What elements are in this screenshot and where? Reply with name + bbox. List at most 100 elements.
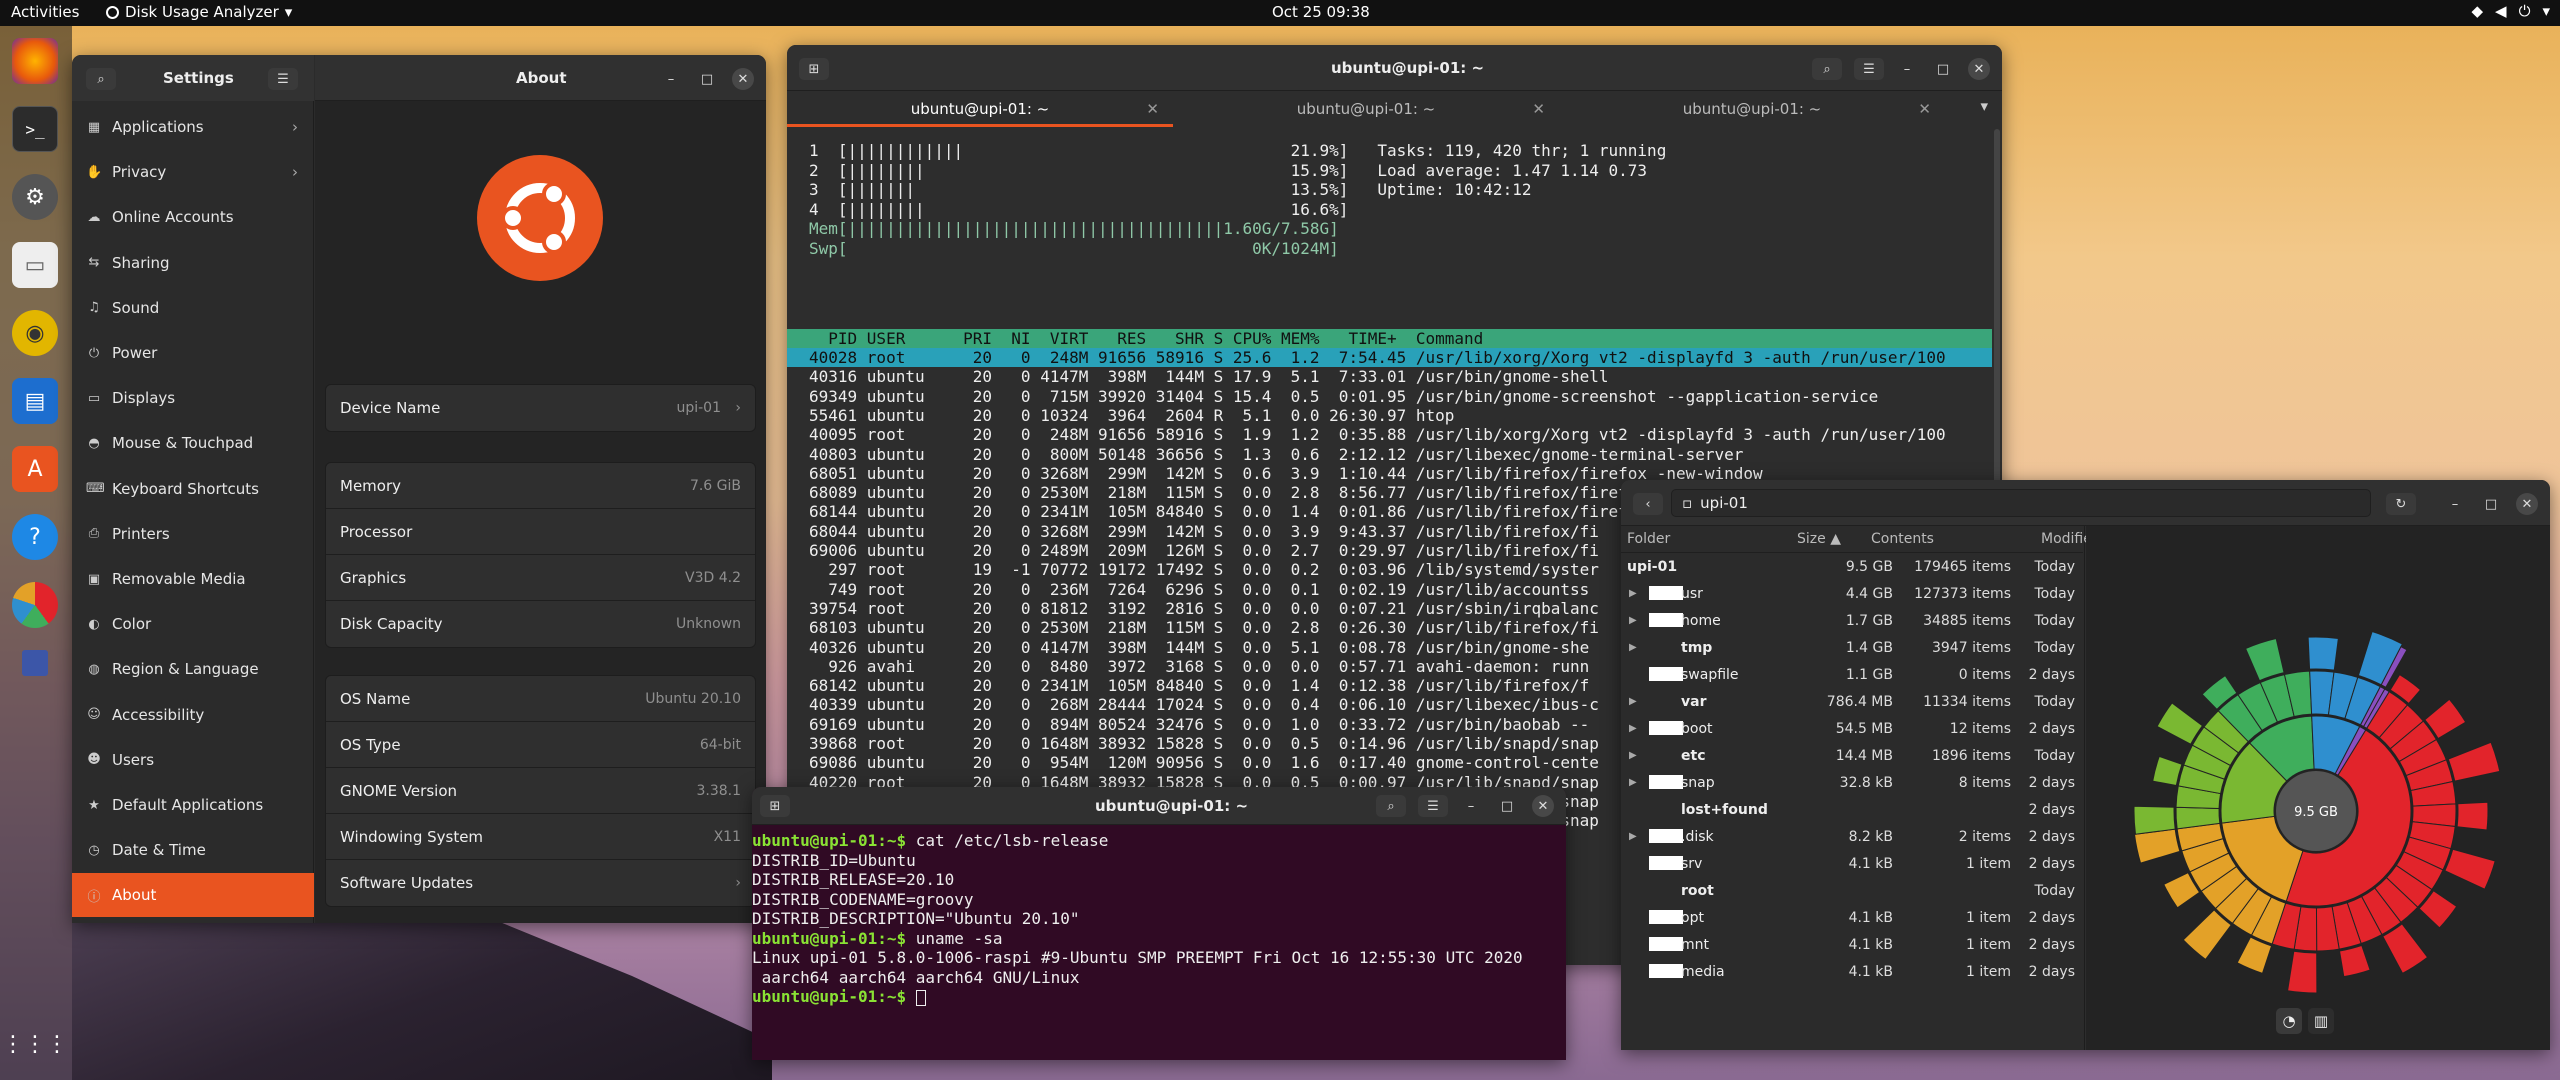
- firefox-icon[interactable]: [12, 38, 58, 84]
- expand-arrow-icon[interactable]: ▶: [1629, 696, 1637, 707]
- hardware-row[interactable]: Disk Capacity Unknown: [326, 601, 755, 647]
- activities-button[interactable]: Activities: [11, 3, 79, 21]
- clock[interactable]: Oct 25 09:38: [1272, 3, 1370, 21]
- folder-row[interactable]: ▶ var 786.4 MB 11334 items Today: [1621, 688, 2083, 715]
- expand-arrow-icon[interactable]: ▶: [1629, 723, 1637, 734]
- tab-3[interactable]: ubuntu@upi-01: ~ ✕: [1559, 91, 1945, 127]
- ring-segment[interactable]: [2236, 936, 2273, 975]
- maximize-icon[interactable]: □: [2480, 493, 2502, 515]
- ring-segment[interactable]: [2447, 741, 2501, 782]
- sidebar-item[interactable]: ⌨ Keyboard Shortcuts: [72, 467, 314, 511]
- close-tab-icon[interactable]: ✕: [1146, 91, 1159, 127]
- ring-segment[interactable]: [2287, 950, 2318, 994]
- folder-row[interactable]: lost+found 2 days: [1621, 796, 2083, 823]
- process-row[interactable]: 40316 ubuntu 20 0 4147M 398M 144M S 17.9…: [787, 367, 1992, 386]
- ring-segment[interactable]: [2456, 801, 2489, 831]
- hardware-row[interactable]: Graphics V3D 4.2: [326, 555, 755, 601]
- hardware-row[interactable]: Processor: [326, 509, 755, 555]
- close-icon[interactable]: ✕: [2516, 493, 2538, 515]
- folder-row[interactable]: ▶ snap 32.8 kB 8 items 2 days: [1621, 769, 2083, 796]
- menu-icon[interactable]: ☰: [1854, 58, 1884, 80]
- col-contents[interactable]: Contents: [1871, 531, 1971, 547]
- sidebar-item[interactable]: ▦ Applications ›: [72, 105, 314, 149]
- close-icon[interactable]: ✕: [1532, 795, 1554, 817]
- treemap-toggle-icon[interactable]: ▥: [2308, 1008, 2334, 1034]
- folder-row[interactable]: media 4.1 kB 1 item 2 days: [1621, 958, 2083, 985]
- software-row[interactable]: OS Name Ubuntu 20.10: [326, 676, 755, 722]
- sidebar-item[interactable]: ◐ Color: [72, 602, 314, 646]
- folder-row[interactable]: mnt 4.1 kB 1 item 2 days: [1621, 931, 2083, 958]
- sidebar-item[interactable]: ⏻ Power: [72, 331, 314, 375]
- close-tab-icon[interactable]: ✕: [1532, 91, 1545, 127]
- sidebar-item[interactable]: ⇆ Sharing: [72, 241, 314, 285]
- process-row[interactable]: 69349 ubuntu 20 0 715M 39920 31404 S 15.…: [787, 387, 1992, 406]
- folder-row[interactable]: root Today: [1621, 877, 2083, 904]
- ring-segment[interactable]: [2133, 805, 2176, 835]
- process-row[interactable]: 40028 root 20 0 248M 91656 58916 S 25.6 …: [787, 348, 1992, 367]
- sidebar-item[interactable]: ★ Default Applications: [72, 783, 314, 827]
- writer-icon[interactable]: ▤: [12, 378, 58, 424]
- htop-column-header[interactable]: PID USER PRI NI VIRT RES SHR S CPU% MEM%…: [787, 329, 1992, 348]
- ring-segment[interactable]: [2338, 944, 2371, 978]
- new-tab-icon[interactable]: ⊞: [760, 795, 790, 817]
- tab-overflow-chevron-icon[interactable]: ▾: [1980, 97, 1988, 115]
- maximize-icon[interactable]: □: [1496, 795, 1518, 817]
- ring-segment[interactable]: [2444, 848, 2496, 890]
- sidebar-item[interactable]: ✋ Privacy ›: [72, 150, 314, 194]
- folder-row[interactable]: ▶ etc 14.4 MB 1896 items Today: [1621, 742, 2083, 769]
- hardware-row[interactable]: Memory 7.6 GiB: [326, 463, 755, 509]
- expand-arrow-icon[interactable]: ▶: [1629, 750, 1637, 761]
- device-name-card[interactable]: Device Name upi-01 ›: [325, 384, 756, 432]
- sidebar-item[interactable]: ▣ Removable Media: [72, 557, 314, 601]
- ring-segment[interactable]: [2152, 755, 2183, 787]
- col-folder[interactable]: Folder: [1627, 531, 1670, 547]
- folder-row[interactable]: ▶ .disk 8.2 kB 2 items 2 days: [1621, 823, 2083, 850]
- col-size[interactable]: Size ▲: [1761, 531, 1841, 547]
- sidebar-item[interactable]: ◷ Date & Time: [72, 828, 314, 872]
- folder-row[interactable]: ▶ boot 54.5 MB 12 items 2 days: [1621, 715, 2083, 742]
- software-row[interactable]: Software Updates ›: [326, 860, 755, 906]
- expand-arrow-icon[interactable]: ▶: [1629, 831, 1637, 842]
- tree-root-row[interactable]: upi-01 9.5 GB 179465 items Today: [1621, 553, 2083, 580]
- folder-row[interactable]: opt 4.1 kB 1 item 2 days: [1621, 904, 2083, 931]
- settings-gear-icon[interactable]: ⚙: [12, 174, 58, 220]
- location-bar[interactable]: ▫ upi-01: [1671, 489, 2371, 517]
- folder-row[interactable]: srv 4.1 kB 1 item 2 days: [1621, 850, 2083, 877]
- expand-arrow-icon[interactable]: ▶: [1629, 615, 1637, 626]
- ring-chart[interactable]: 9.5 GB: [2086, 526, 2550, 1006]
- sidebar-item[interactable]: ☺ Accessibility: [72, 693, 314, 737]
- ring-chart-toggle-icon[interactable]: ◔: [2276, 1008, 2302, 1034]
- close-icon[interactable]: ✕: [1968, 58, 1990, 80]
- ring-segment[interactable]: [2133, 828, 2181, 864]
- search-icon[interactable]: ⌕: [1812, 58, 1842, 80]
- sidebar-item[interactable]: ⎙ Printers: [72, 512, 314, 556]
- tab-1[interactable]: ubuntu@upi-01: ~ ✕: [787, 91, 1173, 127]
- folder-row[interactable]: ▶ home 1.7 GB 34885 items Today: [1621, 607, 2083, 634]
- software-center-icon[interactable]: A: [12, 446, 58, 492]
- software-row[interactable]: OS Type 64-bit: [326, 722, 755, 768]
- tab-2[interactable]: ubuntu@upi-01: ~ ✕: [1173, 91, 1559, 127]
- minimize-icon[interactable]: –: [1460, 795, 1482, 817]
- close-tab-icon[interactable]: ✕: [1918, 91, 1931, 127]
- maximize-icon[interactable]: □: [696, 68, 718, 90]
- maximize-icon[interactable]: □: [1932, 58, 1954, 80]
- ring-segment[interactable]: [2244, 637, 2285, 682]
- search-icon[interactable]: ⌕: [86, 68, 116, 90]
- folder-row[interactable]: ▶ usr 4.4 GB 127373 items Today: [1621, 580, 2083, 607]
- disk-usage-analyzer-icon[interactable]: [12, 582, 58, 628]
- help-icon[interactable]: ?: [12, 514, 58, 560]
- terminal-output[interactable]: ubuntu@upi-01:~$ cat /etc/lsb-release DIS…: [752, 825, 1566, 1060]
- ring-segment[interactable]: [2307, 636, 2339, 671]
- ring-segment[interactable]: [2156, 702, 2204, 745]
- trash-icon[interactable]: [22, 650, 48, 676]
- sidebar-item[interactable]: ♫ Sound: [72, 286, 314, 330]
- sidebar-item[interactable]: ◓ Mouse & Touchpad: [72, 421, 314, 465]
- new-tab-icon[interactable]: ⊞: [799, 58, 829, 80]
- expand-arrow-icon[interactable]: ▶: [1629, 588, 1637, 599]
- sidebar-item[interactable]: ▭ Displays: [72, 376, 314, 420]
- expand-arrow-icon[interactable]: ▶: [1629, 777, 1637, 788]
- software-row[interactable]: Windowing System X11: [326, 814, 755, 860]
- refresh-icon[interactable]: ↻: [2386, 493, 2416, 515]
- minimize-icon[interactable]: –: [2444, 493, 2466, 515]
- process-row[interactable]: 40095 root 20 0 248M 91656 58916 S 1.9 1…: [787, 425, 1992, 444]
